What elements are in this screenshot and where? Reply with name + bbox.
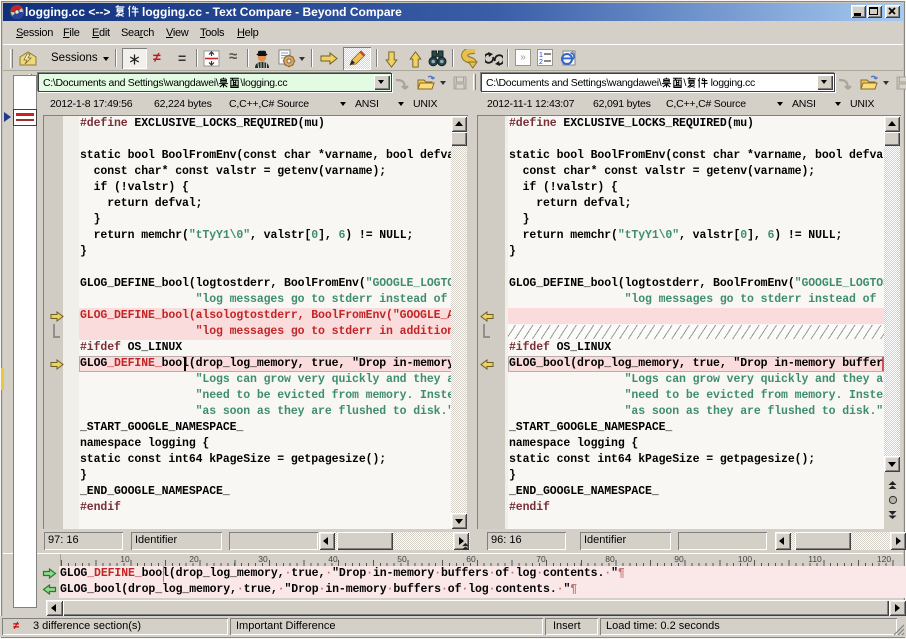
svg-text:2: 2 bbox=[539, 59, 543, 65]
svg-text:1: 1 bbox=[539, 52, 543, 59]
